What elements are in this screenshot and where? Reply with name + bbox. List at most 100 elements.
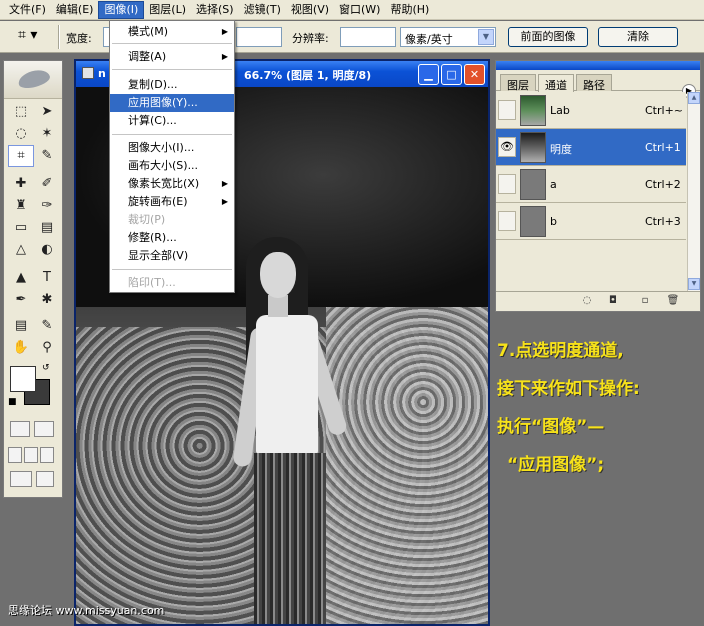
menu-item-apply-image[interactable]: 应用图像(Y)... (110, 94, 234, 112)
menu-item-adjust[interactable]: 调整(A) ▶ (110, 48, 234, 66)
zoom-tool-icon[interactable]: ⚲ (34, 337, 60, 359)
screen-mode-full-button[interactable] (40, 447, 54, 463)
photoshop-feather-icon (16, 67, 52, 91)
menu-item-trap: 陷印(T)... (128, 276, 176, 289)
menu-filter[interactable]: 滤镜(T) (239, 1, 286, 19)
maximize-button[interactable]: □ (441, 64, 462, 85)
eraser-tool-icon[interactable]: ▭ (8, 217, 34, 239)
panel-scrollbar[interactable]: ▲ ▼ (687, 92, 700, 291)
channel-row-lab[interactable]: Lab Ctrl+~ (496, 92, 686, 129)
note-line: “应用图像”; (507, 455, 605, 475)
default-colors-icon[interactable]: ■ (8, 397, 17, 407)
jump-to-imageready-button[interactable] (10, 471, 32, 487)
healing-brush-tool-icon[interactable]: ✚ (8, 173, 34, 195)
scroll-up-icon[interactable]: ▲ (688, 92, 700, 104)
load-selection-icon[interactable]: ◌ (580, 295, 594, 307)
menu-image[interactable]: 图像(I) (98, 0, 145, 19)
visibility-toggle[interactable] (498, 211, 516, 231)
minimize-button[interactable]: ▁ (418, 64, 439, 85)
height-input[interactable] (236, 27, 282, 47)
crop-tool-preset-icon[interactable]: ⌗ ▾ (18, 27, 50, 47)
type-tool-icon[interactable]: T (34, 267, 60, 289)
channel-name: b (550, 215, 557, 228)
menu-layer[interactable]: 图层(L) (144, 1, 191, 19)
notes-tool-icon[interactable]: ▤ (8, 315, 34, 337)
resolution-unit-value: 像素/英寸 (405, 33, 453, 46)
channel-row-lightness[interactable]: 👁 明度 Ctrl+1 (496, 129, 686, 166)
eyedropper-tool-icon[interactable]: ✎ (34, 315, 60, 337)
panel-title-bar[interactable] (496, 61, 700, 70)
clone-stamp-tool-icon[interactable]: ♜ (8, 195, 34, 217)
close-button[interactable]: ✕ (464, 64, 485, 85)
menu-item-duplicate[interactable]: 复制(D)... (110, 76, 234, 94)
clear-button[interactable]: 清除 (598, 27, 678, 47)
photo-top (256, 315, 318, 455)
swap-colors-icon[interactable]: ↺ (42, 363, 50, 373)
channel-shortcut: Ctrl+~ (645, 104, 684, 117)
menu-item-reveal-all[interactable]: 显示全部(V) (110, 247, 234, 265)
menu-item-trim[interactable]: 修整(R)... (110, 229, 234, 247)
menu-select[interactable]: 选择(S) (191, 1, 239, 19)
tool-grid-3: ▲ T ✒ ✱ (8, 267, 60, 311)
menu-edit[interactable]: 编辑(E) (51, 1, 99, 19)
menu-item-pixel-aspect[interactable]: 像素长宽比(X) ▶ (110, 175, 234, 193)
edit-in-imageready-icon[interactable] (36, 471, 54, 487)
photo-face (260, 252, 296, 298)
tab-channels[interactable]: 通道 (538, 74, 574, 92)
tab-layers[interactable]: 图层 (500, 74, 536, 92)
photo-neck (268, 295, 288, 317)
dodge-tool-icon[interactable]: ◐ (34, 239, 60, 261)
resolution-unit-select[interactable]: 像素/英寸 ▼ (400, 27, 496, 47)
channel-thumbnail (520, 132, 546, 163)
marquee-tool-icon[interactable]: ⬚ (8, 101, 34, 123)
path-select-tool-icon[interactable]: ▲ (8, 267, 34, 289)
tool-grid-1: ⬚ ➤ ◌ ✶ ⌗ ✎ (8, 101, 60, 167)
menu-view[interactable]: 视图(V) (286, 1, 334, 19)
tool-grid-2: ✚ ✐ ♜ ✑ ▭ ▤ △ ◐ (8, 173, 60, 261)
menu-help[interactable]: 帮助(H) (385, 1, 434, 19)
note-line: 7.点选明度通道, (497, 341, 624, 361)
brush-tool-icon[interactable]: ✐ (34, 173, 60, 195)
quick-mask-button[interactable] (34, 421, 54, 437)
menu-item-mode[interactable]: 模式(M) ▶ (110, 23, 234, 41)
shape-tool-icon[interactable]: ✱ (34, 289, 60, 311)
slice-tool-icon[interactable]: ✎ (34, 145, 60, 167)
eye-icon[interactable]: 👁 (498, 137, 516, 157)
submenu-arrow-icon: ▶ (221, 197, 228, 206)
foreground-color-swatch[interactable] (10, 366, 36, 392)
channel-thumbnail (520, 206, 546, 237)
history-brush-tool-icon[interactable]: ✑ (34, 195, 60, 217)
save-selection-icon[interactable]: ◘ (606, 295, 620, 307)
options-bar: ⌗ ▾ 宽度: 分辨率: 像素/英寸 ▼ 前面的图像 清除 (0, 21, 704, 53)
trash-icon[interactable]: 🗑 (666, 295, 680, 307)
screen-mode-standard-button[interactable] (8, 447, 22, 463)
new-channel-icon[interactable]: ▫ (638, 295, 652, 307)
channel-thumbnail (520, 169, 546, 200)
menu-divider (112, 134, 232, 135)
scroll-down-icon[interactable]: ▼ (688, 278, 700, 290)
resolution-input[interactable] (340, 27, 396, 47)
visibility-toggle[interactable] (498, 174, 516, 194)
channel-row-a[interactable]: a Ctrl+2 (496, 166, 686, 203)
menu-item-canvas-size[interactable]: 画布大小(S)... (110, 157, 234, 175)
channel-row-b[interactable]: b Ctrl+3 (496, 203, 686, 240)
menu-item-image-size[interactable]: 图像大小(I)... (110, 139, 234, 157)
hand-tool-icon[interactable]: ✋ (8, 337, 34, 359)
menu-item-rotate-canvas[interactable]: 旋转画布(E) ▶ (110, 193, 234, 211)
tab-paths[interactable]: 路径 (576, 74, 612, 92)
menu-bar: 文件(F) 编辑(E) 图像(I) 图层(L) 选择(S) 滤镜(T) 视图(V… (0, 0, 704, 20)
front-image-button[interactable]: 前面的图像 (508, 27, 588, 47)
menu-item-calculations[interactable]: 计算(C)... (110, 112, 234, 130)
move-tool-icon[interactable]: ➤ (34, 101, 60, 123)
menu-file[interactable]: 文件(F) (4, 1, 51, 19)
visibility-toggle[interactable] (498, 100, 516, 120)
pen-tool-icon[interactable]: ✒ (8, 289, 34, 311)
lasso-tool-icon[interactable]: ◌ (8, 123, 34, 145)
gradient-tool-icon[interactable]: ▤ (34, 217, 60, 239)
crop-tool-icon[interactable]: ⌗ (8, 145, 34, 167)
magic-wand-tool-icon[interactable]: ✶ (34, 123, 60, 145)
menu-window[interactable]: 窗口(W) (334, 1, 385, 19)
blur-tool-icon[interactable]: △ (8, 239, 34, 261)
standard-mode-button[interactable] (10, 421, 30, 437)
screen-mode-full-menu-button[interactable] (24, 447, 38, 463)
